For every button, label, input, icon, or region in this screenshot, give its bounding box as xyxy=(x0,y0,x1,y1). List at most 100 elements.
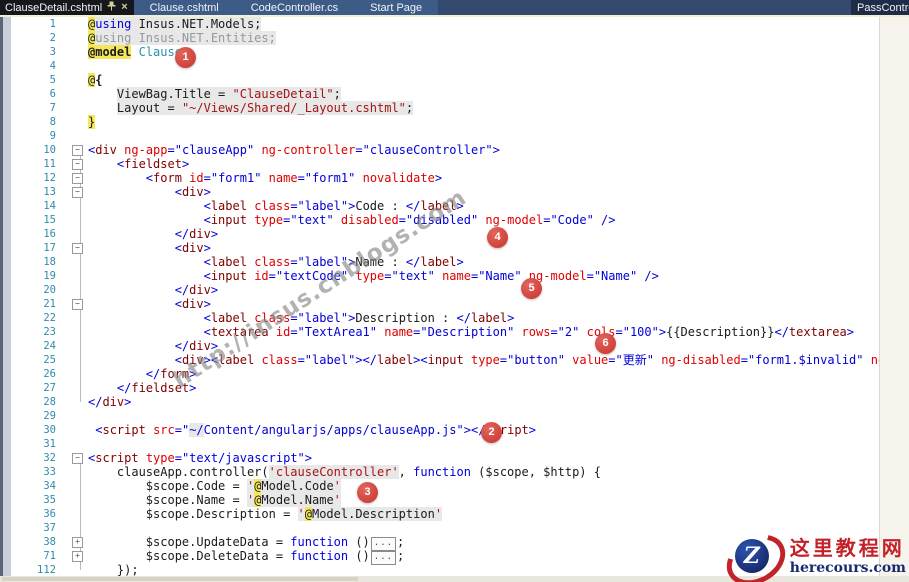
code-line[interactable]: 20 </div> xyxy=(0,283,880,297)
annotation-circle-4: 4 xyxy=(487,227,508,248)
code-text: @using Insus.NET.Entities; xyxy=(88,31,276,45)
collapse-region-icon[interactable]: − xyxy=(72,173,83,184)
line-number: 17 xyxy=(43,242,56,254)
tab-strip-spacer xyxy=(438,0,909,15)
code-text: <label class="label">Name : </label> xyxy=(203,255,464,269)
code-line[interactable]: 18 <label class="label">Name : </label> xyxy=(0,255,880,269)
fold-column xyxy=(56,339,88,353)
code-line[interactable]: 8} xyxy=(0,115,880,129)
code-line[interactable]: 7 Layout = "~/Views/Shared/_Layout.cshtm… xyxy=(0,101,880,115)
line-number: 16 xyxy=(43,228,56,240)
code-line[interactable]: 28 </div> xyxy=(0,395,880,409)
pin-icon[interactable] xyxy=(107,1,116,14)
fold-column xyxy=(56,17,88,31)
code-line[interactable]: 35 $scope.Name = '@Model.Name' xyxy=(0,493,880,507)
code-text: <form id="form1" name="form1" novalidate… xyxy=(145,171,443,185)
code-line[interactable]: 32 − <script type="text/javascript"> xyxy=(0,451,880,465)
code-line[interactable]: 36 $scope.Description = '@Model.Descript… xyxy=(0,507,880,521)
fold-column xyxy=(56,31,88,45)
code-text: <label class="label">Description : </lab… xyxy=(203,311,515,325)
line-number: 36 xyxy=(43,508,56,520)
code-line[interactable]: 3 @model Clause xyxy=(0,45,880,59)
code-line[interactable]: 26 </form> xyxy=(0,367,880,381)
tab-passcontrol[interactable]: PassControl xyxy=(851,0,909,15)
fold-column xyxy=(56,213,88,227)
line-number: 10 xyxy=(43,144,56,156)
tab-codecontroller-cs[interactable]: CodeController.cs xyxy=(234,0,355,15)
fold-column: − xyxy=(56,171,88,185)
annotation-circle-5: 5 xyxy=(521,278,542,299)
site-logo: Z 这里教程网 herecours.com xyxy=(717,524,906,582)
line-number: 23 xyxy=(43,326,56,338)
expand-region-icon[interactable]: + xyxy=(72,551,83,562)
line-number: 30 xyxy=(43,424,56,436)
collapse-region-icon[interactable]: − xyxy=(72,453,83,464)
code-line[interactable]: 14 <label class="label">Code : </label> xyxy=(0,199,880,213)
tab-clausedetail-cshtml[interactable]: ClauseDetail.cshtml × xyxy=(0,0,134,15)
tab-label: Start Page xyxy=(370,1,423,14)
logo-circle: Z xyxy=(734,539,769,573)
code-line[interactable]: 33 clauseApp.controller('clauseControlle… xyxy=(0,465,880,479)
logo-title-chinese: 这里教程网 xyxy=(789,535,905,560)
code-line[interactable]: 23 <textarea id="TextArea1" name="Descri… xyxy=(0,325,880,339)
line-number: 31 xyxy=(43,438,56,450)
fold-column xyxy=(56,255,88,269)
fold-column xyxy=(56,115,88,129)
line-number: 3 xyxy=(49,46,56,58)
code-line[interactable]: 13 − <div> xyxy=(0,185,880,199)
fold-column xyxy=(56,437,88,451)
code-line[interactable]: 31 xyxy=(0,437,880,451)
code-line[interactable]: 1 @using Insus.NET.Models; xyxy=(0,17,880,31)
logo-domain: herecours.com xyxy=(789,559,906,576)
code-line[interactable]: 2 @using Insus.NET.Entities; xyxy=(0,31,880,45)
logo-z-icon: Z xyxy=(717,524,795,582)
line-number: 25 xyxy=(43,354,56,366)
line-number: 112 xyxy=(37,564,56,576)
code-text: </div> xyxy=(174,227,219,241)
expand-region-icon[interactable]: + xyxy=(72,537,83,548)
collapse-region-icon[interactable]: − xyxy=(72,145,83,156)
collapse-region-icon[interactable]: − xyxy=(72,187,83,198)
code-line[interactable]: 10 − <div ng-app="clauseApp" ng-controller… xyxy=(0,143,880,157)
code-line[interactable]: 12 − <form id="form1" name="form1" novali… xyxy=(0,171,880,185)
code-line[interactable]: 4 xyxy=(0,59,880,73)
fold-column xyxy=(56,353,88,367)
fold-column: − xyxy=(56,241,88,255)
collapse-region-icon[interactable]: − xyxy=(72,243,83,254)
code-line[interactable]: 22 <label class="label">Description : </… xyxy=(0,311,880,325)
code-line[interactable]: 6 ViewBag.Title = "ClauseDetail"; xyxy=(0,87,880,101)
code-line[interactable]: 21 − <div> xyxy=(0,297,880,311)
code-text: @model Clause xyxy=(88,45,182,59)
collapse-region-icon[interactable]: − xyxy=(72,159,83,170)
code-line[interactable]: 24 </div> xyxy=(0,339,880,353)
tab-label: PassControl xyxy=(857,1,909,14)
code-line[interactable]: 17 − <div> xyxy=(0,241,880,255)
vertical-scrollbar[interactable] xyxy=(879,17,909,576)
code-line[interactable]: 34 $scope.Code = '@Model.Code' xyxy=(0,479,880,493)
code-line[interactable]: 29 xyxy=(0,409,880,423)
fold-column xyxy=(56,521,88,535)
code-line[interactable]: 5 @{ xyxy=(0,73,880,87)
tab-clause-cshtml[interactable]: Clause.cshtml xyxy=(133,0,235,15)
code-editor[interactable]: 1 @using Insus.NET.Models; 2 @using Insus.N… xyxy=(0,17,880,576)
code-line[interactable]: 30 <script src="~/Content/angularjs/apps… xyxy=(0,423,880,437)
code-text: </div> xyxy=(88,395,132,409)
close-icon[interactable]: × xyxy=(121,2,127,13)
code-line[interactable]: 15 <input type="text" disabled="disabled… xyxy=(0,213,880,227)
horizontal-scrollbar-thumb[interactable] xyxy=(2,577,358,581)
code-line[interactable]: 16 </div> xyxy=(0,227,880,241)
code-text: <script type="text/javascript"> xyxy=(88,451,313,465)
code-line[interactable]: 19 <input id="textCode" type="text" name… xyxy=(0,269,880,283)
line-number: 26 xyxy=(43,368,56,380)
tab-start-page[interactable]: Start Page xyxy=(354,0,439,15)
collapse-region-icon[interactable]: − xyxy=(72,299,83,310)
line-number: 32 xyxy=(43,452,56,464)
code-line[interactable]: 25 <div><label class="label"></label><in… xyxy=(0,353,880,367)
fold-column xyxy=(56,395,88,409)
code-line[interactable]: 11 − <fieldset> xyxy=(0,157,880,171)
line-number: 38 xyxy=(43,536,56,548)
code-line[interactable]: 27 </fieldset> xyxy=(0,381,880,395)
code-line[interactable]: 9 xyxy=(0,129,880,143)
line-number: 33 xyxy=(43,466,56,478)
line-number: 18 xyxy=(43,256,56,268)
